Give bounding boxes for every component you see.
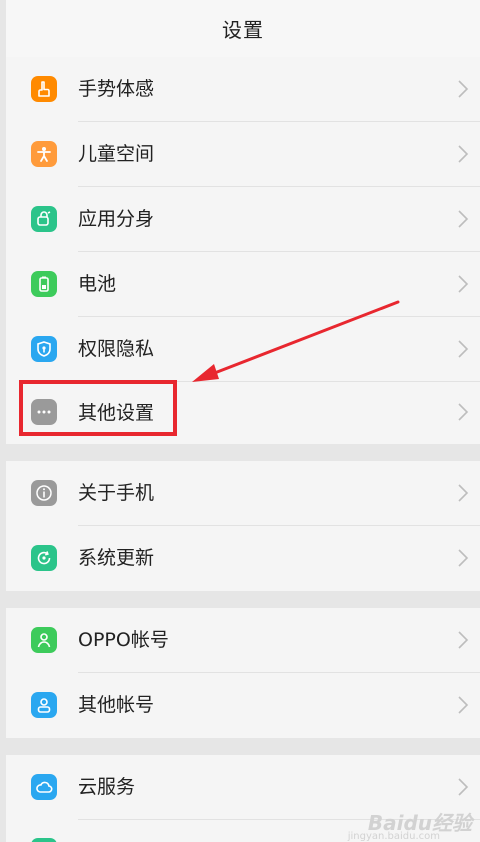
settings-item-other-accounts[interactable]: 其他帐号 <box>6 673 480 738</box>
child-icon <box>31 141 57 167</box>
section-gap <box>6 591 480 608</box>
settings-item-oppo-account[interactable]: OPPO帐号 <box>6 608 480 673</box>
section-gap <box>6 444 480 461</box>
section-gap <box>6 738 480 755</box>
chevron-right-icon <box>458 484 469 502</box>
battery-icon <box>31 271 57 297</box>
settings-item-about-phone[interactable]: 关于手机 <box>6 461 480 526</box>
chevron-right-icon <box>458 80 469 98</box>
page-title: 设置 <box>222 18 264 42</box>
account-icon <box>31 627 57 653</box>
app-clone-icon <box>31 206 57 232</box>
settings-item-label: 其他帐号 <box>78 694 155 716</box>
app-icon <box>31 838 57 842</box>
chevron-right-icon <box>458 549 469 567</box>
hand-gesture-icon <box>31 76 57 102</box>
settings-item-battery[interactable]: 电池 <box>6 252 480 317</box>
chevron-right-icon <box>458 631 469 649</box>
info-icon <box>31 480 57 506</box>
settings-item-app-clone[interactable]: 应用分身 <box>6 187 480 252</box>
settings-item-label: 应用分身 <box>78 208 155 230</box>
settings-item-kids-space[interactable]: 儿童空间 <box>6 122 480 187</box>
settings-item-label: 儿童空间 <box>78 143 155 165</box>
chevron-right-icon <box>458 696 469 714</box>
cloud-icon <box>31 774 57 800</box>
settings-item-label: 权限隐私 <box>78 338 155 360</box>
settings-item-label: 关于手机 <box>78 482 155 504</box>
chevron-right-icon <box>458 778 469 796</box>
chevron-right-icon <box>458 403 469 421</box>
shield-icon <box>31 336 57 362</box>
chevron-right-icon <box>458 275 469 293</box>
settings-item-label: 系统更新 <box>78 547 155 569</box>
settings-item-label: 手势体感 <box>78 78 155 100</box>
settings-item-privacy[interactable]: 权限隐私 <box>6 317 480 382</box>
settings-item-gesture[interactable]: 手势体感 <box>6 57 480 122</box>
settings-item-label: OPPO帐号 <box>78 629 169 651</box>
chevron-right-icon <box>458 210 469 228</box>
settings-item-label: 电池 <box>78 273 117 295</box>
chevron-right-icon <box>458 145 469 163</box>
chevron-right-icon <box>458 340 469 358</box>
update-icon <box>31 545 57 571</box>
title-bar: 设置 <box>6 0 480 57</box>
settings-item-system-update[interactable]: 系统更新 <box>6 526 480 591</box>
watermark-url: jingyan.baidu.com <box>347 831 440 842</box>
highlight-box <box>19 380 177 436</box>
settings-item-label: 云服务 <box>78 776 136 798</box>
user-icon <box>31 692 57 718</box>
